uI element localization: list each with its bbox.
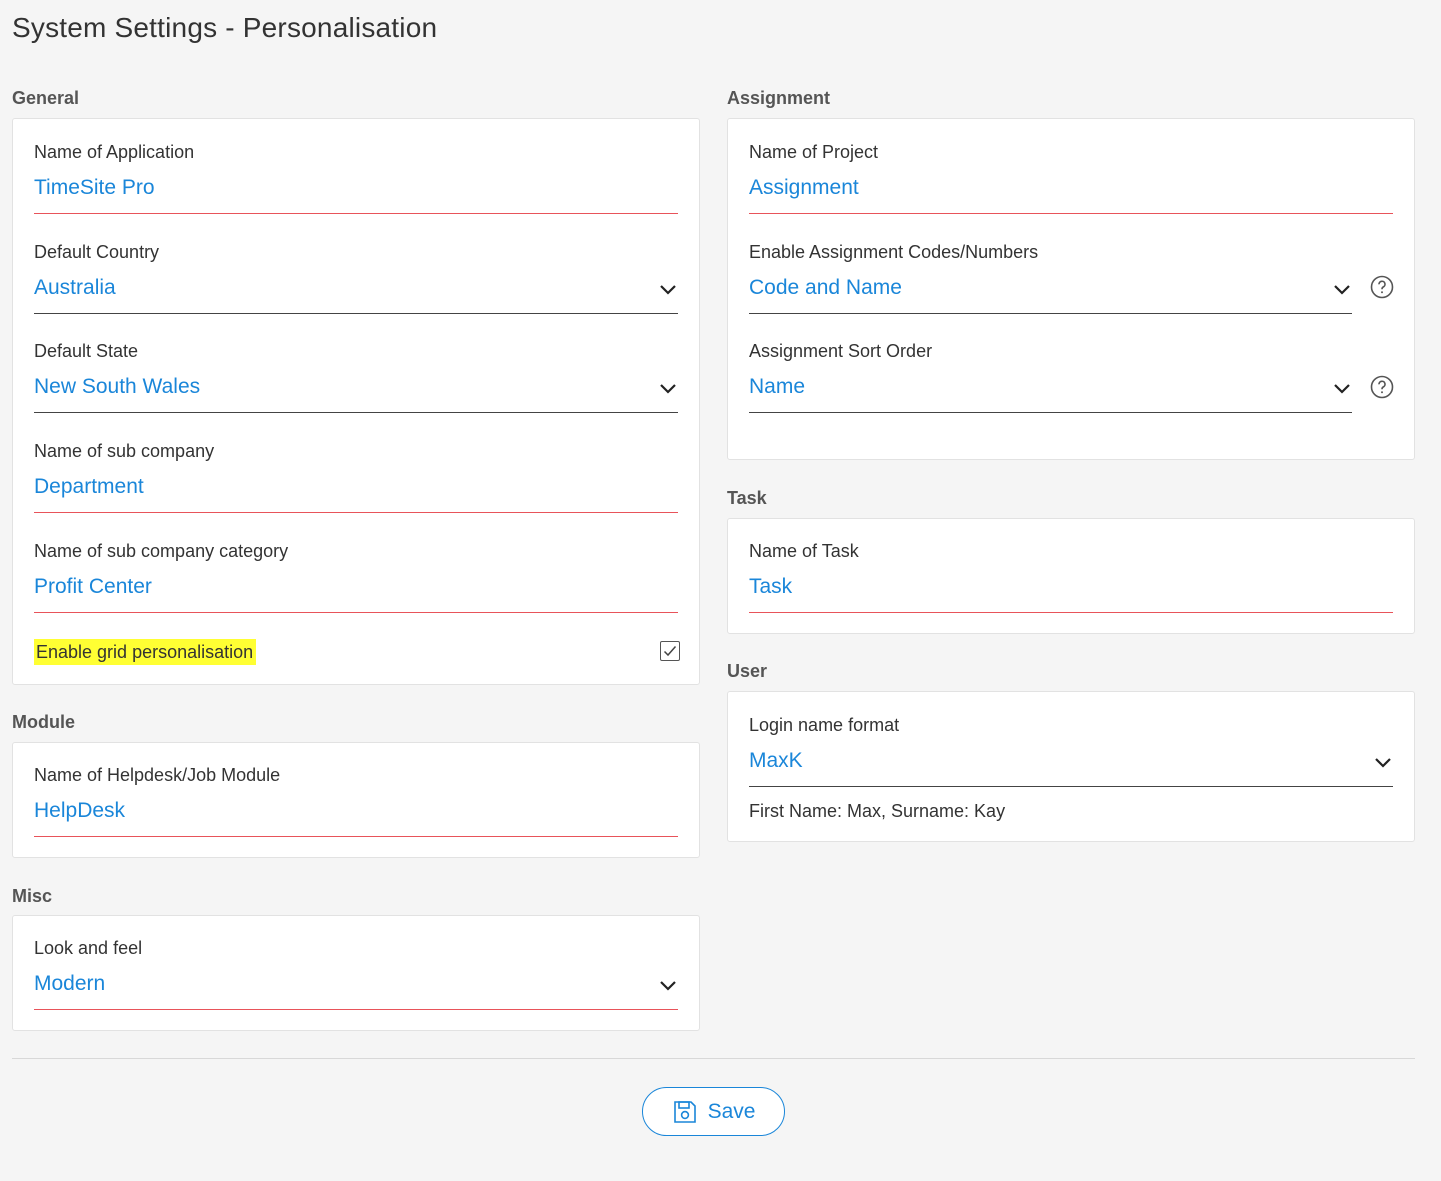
sort-order-select[interactable]: Name (749, 374, 1352, 413)
general-card: Name of Application TimeSite Pro Default… (12, 118, 700, 685)
chevron-down-icon[interactable] (1332, 378, 1352, 398)
look-and-feel-select[interactable]: Modern (34, 971, 678, 1010)
chevron-down-icon[interactable] (658, 279, 678, 299)
chevron-down-icon[interactable] (658, 378, 678, 398)
section-heading-general: General (12, 88, 80, 108)
sub-company-input[interactable]: Department (34, 474, 678, 513)
section-heading-task: Task (727, 488, 767, 508)
application-name-input[interactable]: TimeSite Pro (34, 175, 678, 214)
login-format-hint: First Name: Max, Surname: Kay (749, 801, 1006, 821)
codes-numbers-value: Code and Name (749, 276, 902, 299)
default-country-field: Default Country Australia (34, 241, 678, 314)
codes-numbers-label: Enable Assignment Codes/Numbers (749, 242, 1039, 262)
helpdesk-module-input[interactable]: HelpDesk (34, 798, 678, 837)
chevron-down-icon[interactable] (658, 975, 678, 995)
grid-personalisation-checkbox[interactable] (660, 641, 680, 661)
sort-order-field: Assignment Sort Order Name (749, 340, 1352, 413)
project-name-label: Name of Project (749, 142, 879, 162)
save-button-label: Save (707, 1099, 756, 1123)
section-heading-misc: Misc (12, 886, 53, 906)
module-card: Name of Helpdesk/Job Module HelpDesk (12, 742, 700, 858)
section-heading-user: User (727, 661, 768, 681)
footer-divider (12, 1058, 1415, 1059)
grid-personalisation-label: Enable grid personalisation (34, 639, 257, 665)
help-icon[interactable] (1370, 375, 1394, 399)
codes-numbers-select[interactable]: Code and Name (749, 275, 1352, 314)
task-card: Name of Task Task (727, 518, 1415, 634)
project-name-input[interactable]: Assignment (749, 175, 1393, 214)
section-heading-module: Module (12, 712, 75, 732)
help-icon[interactable] (1370, 275, 1394, 299)
misc-card: Look and feel Modern (12, 915, 700, 1031)
look-and-feel-label: Look and feel (34, 938, 143, 958)
page-title: System Settings - Personalisation (12, 12, 438, 43)
section-heading-assignment: Assignment (727, 88, 831, 108)
application-name-label: Name of Application (34, 142, 195, 162)
look-and-feel-value: Modern (34, 972, 106, 995)
default-state-label: Default State (34, 341, 139, 361)
default-state-value: New South Wales (34, 375, 201, 398)
task-name-field: Name of Task Task (749, 540, 1393, 613)
sub-company-label: Name of sub company (34, 441, 215, 461)
user-card: Login name format MaxK First Name: Max, … (727, 691, 1415, 842)
login-format-field: Login name format MaxK First Name: Max, … (749, 714, 1393, 822)
sub-company-category-field: Name of sub company category Profit Cent… (34, 540, 678, 613)
login-format-select[interactable]: MaxK (749, 748, 1393, 787)
helpdesk-module-field: Name of Helpdesk/Job Module HelpDesk (34, 764, 678, 837)
assignment-card: Name of Project Assignment Enable Assign… (727, 118, 1415, 460)
chevron-down-icon[interactable] (1373, 752, 1393, 772)
sub-company-category-label: Name of sub company category (34, 541, 289, 561)
save-button[interactable]: Save (642, 1087, 785, 1136)
look-and-feel-field: Look and feel Modern (34, 937, 678, 1010)
sub-company-field: Name of sub company Department (34, 440, 678, 513)
helpdesk-module-label: Name of Helpdesk/Job Module (34, 765, 281, 785)
default-state-select[interactable]: New South Wales (34, 374, 678, 413)
save-disk-icon (673, 1100, 696, 1123)
default-state-field: Default State New South Wales (34, 340, 678, 413)
application-name-field: Name of Application TimeSite Pro (34, 141, 678, 214)
grid-personalisation-row: Enable grid personalisation (34, 639, 680, 665)
default-country-value: Australia (34, 276, 116, 299)
login-format-value: MaxK (749, 749, 803, 772)
codes-numbers-field: Enable Assignment Codes/Numbers Code and… (749, 241, 1352, 314)
chevron-down-icon[interactable] (1332, 279, 1352, 299)
login-format-label: Login name format (749, 715, 900, 735)
sub-company-category-input[interactable]: Profit Center (34, 574, 678, 613)
sort-order-label: Assignment Sort Order (749, 341, 933, 361)
task-name-input[interactable]: Task (749, 574, 1393, 613)
task-name-label: Name of Task (749, 541, 859, 561)
default-country-select[interactable]: Australia (34, 275, 678, 314)
sort-order-value: Name (749, 375, 806, 398)
checkbox-check-icon (663, 646, 677, 657)
default-country-label: Default Country (34, 242, 160, 262)
project-name-field: Name of Project Assignment (749, 141, 1393, 214)
